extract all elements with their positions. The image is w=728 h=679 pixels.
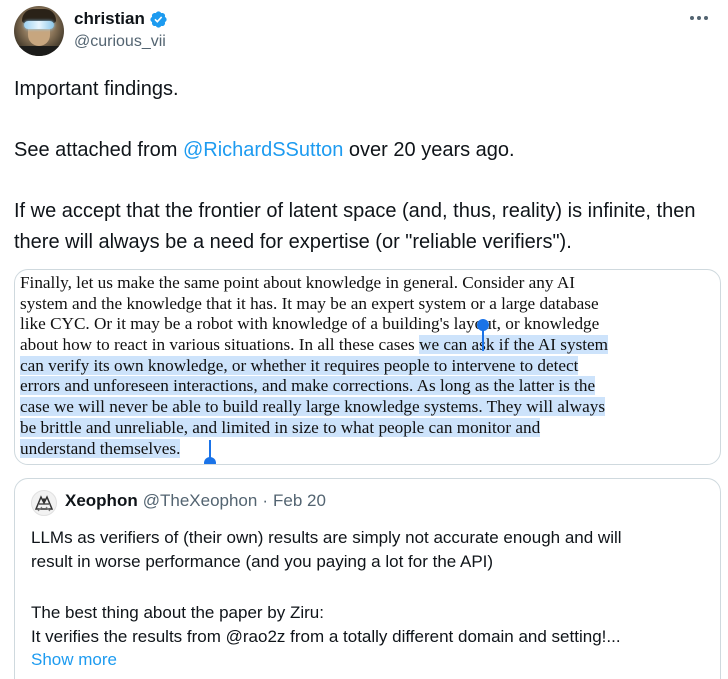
tweet-text-prefix: See attached from [14, 139, 183, 161]
attached-text-line: like CYC. Or it may be a robot with know… [20, 314, 600, 334]
tweet: christian @curious_vii Important finding… [0, 0, 728, 679]
attached-text-line: about how to react in various situations… [20, 335, 720, 356]
selected-text-line: case we will never be able to build real… [20, 397, 720, 418]
show-more-link[interactable]: Show more [31, 650, 117, 670]
author-display-name[interactable]: christian [74, 9, 145, 29]
tweet-text-suffix: over 20 years ago. [343, 139, 515, 161]
verified-badge-icon [150, 10, 167, 28]
selected-text: be brittle and unreliable, and limited i… [20, 417, 541, 437]
quoted-author-handle[interactable]: @TheXeophon [143, 491, 258, 511]
quoted-tweet[interactable]: Xeophon @TheXeophon · Feb 20 LLMs as ver… [14, 478, 721, 679]
more-options-icon[interactable] [690, 10, 712, 26]
more-dot [697, 16, 701, 20]
more-dot [704, 16, 708, 20]
avatar-collar [18, 46, 60, 56]
separator-dot: · [262, 491, 269, 510]
author-name-row: christian [74, 8, 168, 30]
attached-text-block: Finally, let us make the same point abou… [20, 273, 720, 459]
attached-text-line: system and the knowledge that it has. It… [20, 293, 599, 313]
selected-text-line: errors and unforeseen interactions, and … [20, 376, 720, 397]
selected-text: case we will never be able to build real… [20, 397, 606, 417]
selection-end-handle [204, 440, 216, 464]
selected-text: can verify its own knowledge, or whether… [20, 355, 579, 375]
quoted-text-line-1: LLMs as verifiers of (their own) results… [31, 528, 622, 547]
selected-text-line: can verify its own knowledge, or whether… [20, 355, 720, 377]
selected-text-line: be brittle and unreliable, and limited i… [20, 417, 720, 439]
tweet-text-line-1: Important findings. [14, 78, 179, 100]
quoted-tweet-header: Xeophon @TheXeophon · Feb 20 [65, 491, 326, 511]
attached-text-line: Finally, let us make the same point abou… [20, 273, 575, 292]
attached-image[interactable]: Finally, let us make the same point abou… [14, 269, 721, 465]
quoted-text-line-3: The best thing about the paper by Ziru: [31, 603, 324, 622]
xeophon-logo-icon [34, 495, 54, 512]
quoted-text-line-2: result in worse performance (and you pay… [31, 552, 494, 571]
author-handle[interactable]: @curious_vii [74, 33, 166, 51]
author-avatar[interactable] [14, 6, 64, 56]
avatar-face [28, 28, 50, 46]
avatar-visor [24, 21, 54, 29]
unselected-text: about how to react in various situations… [20, 335, 420, 355]
selection-start-handle [477, 319, 489, 351]
mention-link[interactable]: @RichardSSutton [183, 139, 343, 161]
selected-text: understand themselves. [20, 438, 181, 458]
tweet-text-line-3: If we accept that the frontier of latent… [14, 200, 696, 253]
quoted-author-avatar[interactable] [31, 490, 57, 516]
more-dot [690, 16, 694, 20]
quoted-text-line-4: It verifies the results from @rao2z from… [31, 627, 621, 646]
quoted-author-name[interactable]: Xeophon [65, 491, 138, 511]
selected-text-line: understand themselves. [20, 438, 720, 460]
tweet-text-line-2: See attached from @RichardSSutton over 2… [14, 135, 515, 166]
quoted-tweet-date[interactable]: Feb 20 [273, 491, 326, 511]
selected-text: we can ask if the AI system [419, 335, 609, 355]
selected-text: errors and unforeseen interactions, and … [20, 376, 596, 396]
